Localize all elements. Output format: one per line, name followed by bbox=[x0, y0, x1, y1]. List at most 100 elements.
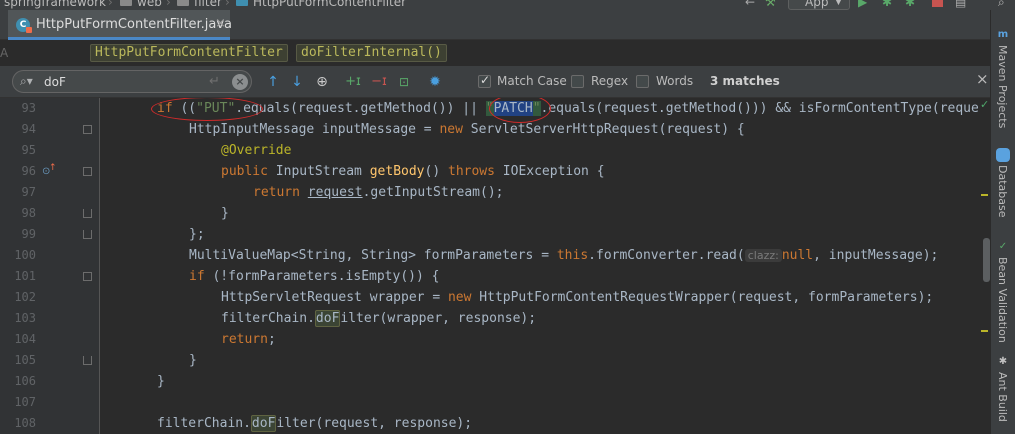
line-number: 95 bbox=[21, 143, 36, 157]
remove-occurrence-icon[interactable]: −ɪ bbox=[370, 73, 388, 91]
close-find-bar-icon[interactable]: × bbox=[976, 70, 989, 88]
fold-marker-icon[interactable] bbox=[83, 125, 92, 134]
class-icon bbox=[236, 0, 248, 6]
words-label[interactable]: Words bbox=[656, 74, 693, 88]
search-history-icon[interactable]: ⌕▾ bbox=[20, 74, 33, 89]
search-field[interactable]: ⌕▾ ↵ × bbox=[12, 70, 252, 93]
run-icon[interactable]: ▶ bbox=[858, 0, 872, 9]
code-text: @Override bbox=[221, 140, 291, 161]
code-segment: .equals(request.getMethod()) || bbox=[235, 101, 486, 116]
code-text: return; bbox=[221, 329, 276, 350]
add-occurrence-icon[interactable]: +ɪ bbox=[344, 73, 362, 91]
code-line-104: 104 return; bbox=[0, 329, 990, 350]
line-number: 102 bbox=[14, 290, 36, 304]
structure-icon[interactable]: ▤ bbox=[955, 0, 969, 9]
tool-bean-validation[interactable]: ✓ Bean Validation bbox=[994, 240, 1013, 343]
debug-icon[interactable]: ✱ bbox=[882, 0, 896, 9]
left-edge-marker: A bbox=[0, 46, 9, 60]
search-match: doF bbox=[250, 415, 277, 432]
build-icon[interactable]: ⚒ bbox=[765, 0, 779, 9]
breadcrumb-class[interactable]: HttpPutFormContentFilter bbox=[90, 44, 288, 62]
fold-marker-icon[interactable] bbox=[83, 272, 92, 281]
ant-icon: ✱ bbox=[998, 356, 1008, 367]
breadcrumb: A HttpPutFormContentFilter doFilterInter… bbox=[0, 40, 990, 66]
previous-occurrence-icon[interactable]: ↑ bbox=[264, 73, 282, 91]
analysis-ok-icon: ✓ bbox=[980, 98, 990, 111]
find-all-icon[interactable]: ⊕ bbox=[313, 73, 331, 91]
overrides-method-icon[interactable]: ⊙ ↑ bbox=[42, 163, 57, 178]
right-tool-window-bar: m Maven Projects Database ✓ Bean Validat… bbox=[990, 10, 1015, 434]
nav-crumb-filter[interactable]: filter bbox=[194, 0, 222, 9]
match-case-label[interactable]: Match Case bbox=[497, 74, 567, 88]
regex-checkbox[interactable] bbox=[571, 75, 584, 88]
code-text: } bbox=[221, 206, 229, 221]
code-line-96: 96 ⊙ ↑ public InputStream getBody() throw… bbox=[0, 161, 990, 182]
words-checkbox[interactable] bbox=[636, 75, 649, 88]
code-segment: , inputMessage); bbox=[813, 248, 939, 263]
clear-search-icon[interactable]: × bbox=[232, 74, 248, 90]
find-bar: ⌕▾ ↵ × ↑ ↓ ⊕ +ɪ −ɪ ⊡ ✹ Match Case Regex … bbox=[0, 66, 990, 98]
code-segment: HttpPutFormContentRequestWrapper(request… bbox=[471, 290, 934, 305]
line-number: 106 bbox=[14, 374, 36, 388]
select-all-occurrences-icon[interactable]: ⊡ bbox=[395, 73, 413, 91]
nav-crumb-web[interactable]: web bbox=[137, 0, 162, 9]
code-segment: filterChain. bbox=[221, 311, 315, 326]
chevron-down-icon: ▼ bbox=[835, 0, 842, 7]
code-text: public InputStream getBody() throws IOEx… bbox=[221, 161, 605, 182]
match-stripe-mark[interactable] bbox=[981, 330, 988, 332]
code-segment: () bbox=[424, 164, 448, 179]
match-stripe-mark[interactable] bbox=[981, 194, 988, 196]
line-number: 97 bbox=[21, 185, 36, 199]
tab-httpputformcontentfilter[interactable]: C HttpPutFormContentFilter.java × bbox=[8, 10, 232, 40]
code-line-107: 107 bbox=[0, 392, 990, 413]
scrollbar-thumb[interactable] bbox=[983, 238, 990, 282]
search-everywhere-icon[interactable]: ⌕ bbox=[998, 0, 1012, 9]
underlined-reference: request bbox=[307, 185, 363, 200]
code-segment: .getInputStream(); bbox=[362, 185, 504, 200]
keyword: throws bbox=[448, 164, 495, 179]
code-line-106: 106 } bbox=[0, 371, 990, 392]
code-text: MultiValueMap<String, String> formParame… bbox=[189, 245, 938, 266]
search-input[interactable] bbox=[44, 73, 204, 91]
code-segment: .formConverter.read( bbox=[588, 248, 745, 263]
close-tab-icon[interactable]: × bbox=[215, 16, 226, 31]
fold-end-icon[interactable] bbox=[83, 230, 92, 239]
tool-maven-projects[interactable]: m Maven Projects bbox=[994, 28, 1013, 128]
coverage-icon[interactable]: ✱ bbox=[905, 0, 919, 9]
line-number: 104 bbox=[14, 332, 36, 346]
code-line-101: 101 if (!formParameters.isEmpty()) { bbox=[0, 266, 990, 287]
code-line-105: 105 } bbox=[0, 350, 990, 371]
run-config-select[interactable]: App ▼ bbox=[788, 0, 850, 10]
tool-ant-build[interactable]: ✱ Ant Build bbox=[994, 355, 1013, 422]
fold-marker-icon[interactable] bbox=[83, 167, 92, 176]
code-line-102: 102 HttpServletRequest wrapper = new Htt… bbox=[0, 287, 990, 308]
match-case-checkbox[interactable] bbox=[478, 73, 491, 88]
database-icon bbox=[996, 148, 1010, 162]
next-occurrence-icon[interactable]: ↓ bbox=[288, 73, 306, 91]
arrow-back-icon[interactable]: ← bbox=[745, 0, 759, 9]
nav-crumb-springframework[interactable]: springframework bbox=[4, 0, 106, 9]
keyword: return bbox=[253, 185, 300, 200]
code-segment: ServletServerHttpRequest(request) { bbox=[462, 122, 745, 137]
fold-end-icon[interactable] bbox=[83, 356, 92, 365]
error-stripe[interactable]: ✓ bbox=[978, 98, 990, 434]
tool-window-label: Database bbox=[996, 165, 1009, 218]
nav-separator: › bbox=[166, 0, 171, 9]
regex-label[interactable]: Regex bbox=[591, 74, 628, 88]
fold-end-icon[interactable] bbox=[83, 209, 92, 218]
stop-icon[interactable] bbox=[932, 0, 943, 7]
settings-gear-icon[interactable]: ✹ bbox=[426, 73, 444, 91]
run-config-label: App bbox=[805, 0, 829, 9]
nav-separator: › bbox=[225, 0, 230, 9]
code-line-95: 95 @Override bbox=[0, 140, 990, 161]
line-number: 99 bbox=[21, 227, 36, 241]
tool-database[interactable]: Database bbox=[994, 148, 1013, 218]
code-editor[interactable]: 93 if (("PUT".equals(request.getMethod()… bbox=[0, 98, 990, 434]
code-line-94: 94 HttpInputMessage inputMessage = new S… bbox=[0, 119, 990, 140]
parameter-hint: clazz: bbox=[744, 249, 782, 262]
tool-window-label: Maven Projects bbox=[996, 45, 1009, 129]
folder-icon bbox=[120, 0, 132, 6]
nav-crumb-class[interactable]: HttpPutFormContentFilter bbox=[253, 0, 406, 9]
breadcrumb-method[interactable]: doFilterInternal() bbox=[296, 44, 447, 62]
